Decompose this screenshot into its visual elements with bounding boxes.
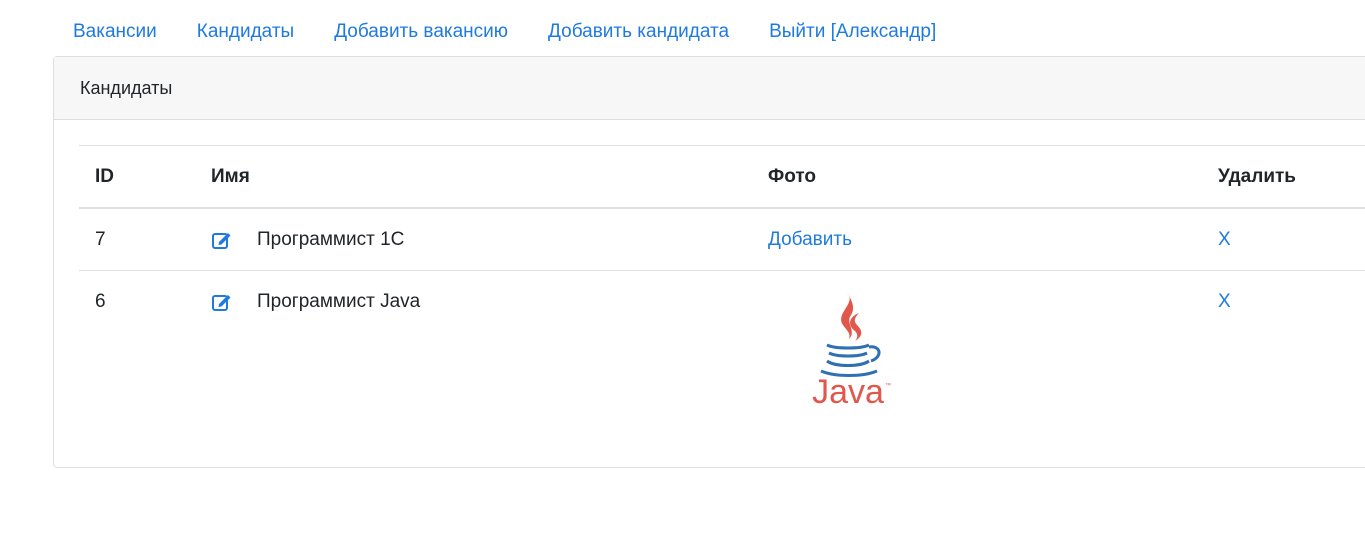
table-header-row: ID Имя Фото Удалить xyxy=(79,146,1365,209)
delete-link[interactable]: X xyxy=(1218,209,1231,270)
table-row: 6 Программист Java Java ™ X xyxy=(79,271,1365,431)
nav-candidates[interactable]: Кандидаты xyxy=(177,21,314,43)
header-id: ID xyxy=(95,165,114,187)
candidate-id: 7 xyxy=(95,228,106,250)
table-row: 7 Программист 1С Добавить X xyxy=(79,209,1365,271)
card-title: Кандидаты xyxy=(80,77,173,98)
edit-cell xyxy=(211,271,233,332)
add-photo-link[interactable]: Добавить xyxy=(768,209,852,270)
top-nav: Вакансии Кандидаты Добавить вакансию Доб… xyxy=(53,12,956,52)
nav-add-candidate[interactable]: Добавить кандидата xyxy=(528,21,749,43)
java-logo-text: Java xyxy=(812,373,884,411)
java-logo: Java ™ xyxy=(812,293,891,411)
candidates-card: Кандидаты ID Имя Фото Удалить 7 Программ… xyxy=(53,56,1365,468)
nav-logout[interactable]: Выйти [Александр] xyxy=(749,21,956,43)
edit-icon[interactable] xyxy=(211,291,233,313)
candidates-table: ID Имя Фото Удалить 7 Программист 1С Доб… xyxy=(79,145,1365,431)
card-header: Кандидаты xyxy=(54,57,1365,120)
edit-cell xyxy=(211,209,233,270)
edit-icon[interactable] xyxy=(211,229,233,251)
candidate-name: Программист Java xyxy=(257,290,421,312)
nav-vacancies[interactable]: Вакансии xyxy=(53,21,177,43)
candidate-name: Программист 1С xyxy=(257,228,405,250)
candidate-id: 6 xyxy=(95,290,106,312)
header-name: Имя xyxy=(211,165,250,187)
svg-text:™: ™ xyxy=(885,382,891,389)
header-delete: Удалить xyxy=(1218,165,1296,187)
delete-link[interactable]: X xyxy=(1218,271,1231,332)
nav-add-vacancy[interactable]: Добавить вакансию xyxy=(314,21,528,43)
header-photo: Фото xyxy=(768,165,817,187)
